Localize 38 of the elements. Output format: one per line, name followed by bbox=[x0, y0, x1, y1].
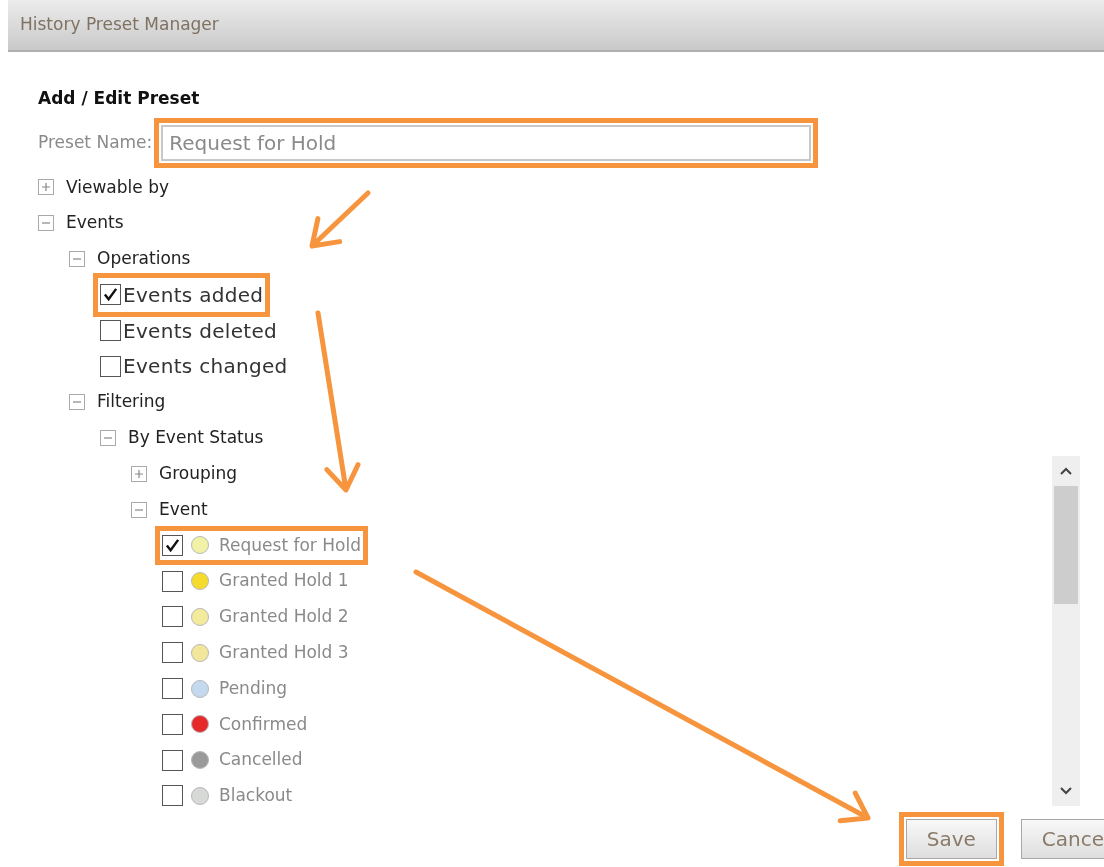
checkbox[interactable] bbox=[162, 749, 183, 771]
option-label: Events changed bbox=[123, 353, 288, 381]
dialog-button[interactable]: Cance bbox=[1020, 819, 1104, 859]
checkbox[interactable] bbox=[162, 678, 183, 700]
option-label: Granted Hold 2 bbox=[219, 605, 349, 629]
tree-label[interactable]: Grouping bbox=[159, 461, 238, 487]
tree-label[interactable]: Event bbox=[159, 496, 208, 523]
checkbox[interactable] bbox=[162, 713, 183, 735]
option-label: Confirmed bbox=[219, 712, 308, 736]
scroll-up-icon[interactable] bbox=[1059, 466, 1073, 476]
option-label: Events added bbox=[123, 281, 264, 309]
annotation-arrow bbox=[309, 190, 371, 249]
option-label: Pending bbox=[219, 676, 287, 700]
tree-label[interactable]: Filtering bbox=[97, 389, 166, 415]
section-heading: Add / Edit Preset bbox=[38, 87, 201, 110]
scrollbar-thumb[interactable] bbox=[1054, 486, 1078, 604]
scrollbar[interactable] bbox=[1052, 456, 1080, 806]
tree-label[interactable]: By Event Status bbox=[128, 425, 264, 451]
option-label: Request for Hold bbox=[219, 533, 361, 557]
checkbox[interactable] bbox=[100, 320, 121, 342]
option-label: Cancelled bbox=[219, 748, 303, 772]
checkbox[interactable] bbox=[162, 606, 183, 628]
checkbox[interactable] bbox=[162, 785, 183, 806]
option-label: Granted Hold 1 bbox=[219, 569, 349, 593]
checkbox[interactable] bbox=[162, 570, 183, 592]
checkbox[interactable] bbox=[100, 284, 121, 306]
scroll-down-icon[interactable] bbox=[1059, 786, 1073, 796]
option-label: Blackout bbox=[219, 784, 293, 806]
option-label: Granted Hold 3 bbox=[219, 641, 349, 664]
checkbox[interactable] bbox=[100, 355, 121, 377]
window-title: History Preset Manager bbox=[20, 13, 219, 37]
checkbox[interactable] bbox=[162, 534, 183, 556]
tree-label[interactable]: Events bbox=[66, 210, 124, 236]
checkbox[interactable] bbox=[162, 642, 183, 664]
tree-label[interactable]: Viewable by bbox=[66, 174, 169, 201]
tree-label[interactable]: Operations bbox=[97, 246, 191, 272]
option-label: Events deleted bbox=[123, 317, 277, 345]
field-label: Preset Name: bbox=[38, 130, 153, 154]
